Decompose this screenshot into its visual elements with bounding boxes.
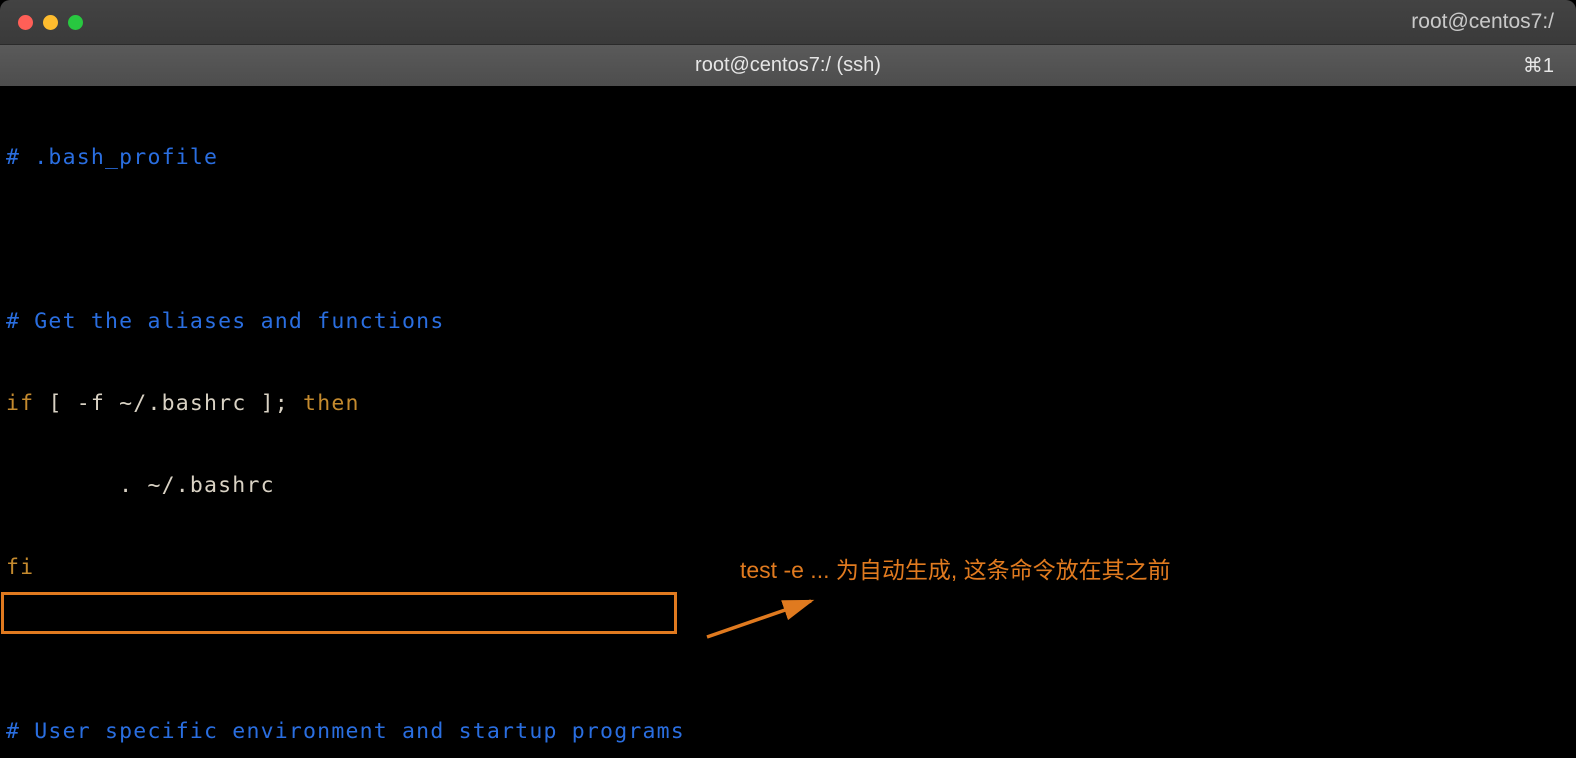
code-text: . ~/.bashrc <box>6 473 275 498</box>
code-comment: # Get the aliases and functions <box>6 309 444 334</box>
keyword-if: if <box>6 391 34 416</box>
keyword-then: then <box>303 391 360 416</box>
blank-line <box>6 219 1570 260</box>
highlight-box <box>1 592 677 634</box>
code-comment: # User specific environment and startup … <box>6 719 685 744</box>
tab-shortcut: ⌘1 <box>1523 53 1554 78</box>
tab-label[interactable]: root@centos7:/ (ssh) <box>695 54 881 77</box>
zoom-icon[interactable] <box>68 15 83 30</box>
terminal-body[interactable]: # .bash_profile # Get the aliases and fu… <box>0 86 1576 758</box>
traffic-lights <box>18 15 83 30</box>
titlebar[interactable]: root@centos7:/ <box>0 0 1576 44</box>
blank-line <box>6 629 1570 670</box>
minimize-icon[interactable] <box>43 15 58 30</box>
terminal-window: root@centos7:/ root@centos7:/ (ssh) ⌘1 #… <box>0 0 1576 758</box>
close-icon[interactable] <box>18 15 33 30</box>
code-text: [ -f ~/.bashrc ]; <box>34 391 303 416</box>
window-title: root@centos7:/ <box>1411 10 1554 34</box>
keyword-fi: fi <box>6 555 34 580</box>
tabbar: root@centos7:/ (ssh) ⌘1 <box>0 44 1576 86</box>
annotation-text: test -e ... 为自动生成, 这条命令放在其之前 <box>740 550 1171 591</box>
code-comment: # .bash_profile <box>6 145 218 170</box>
